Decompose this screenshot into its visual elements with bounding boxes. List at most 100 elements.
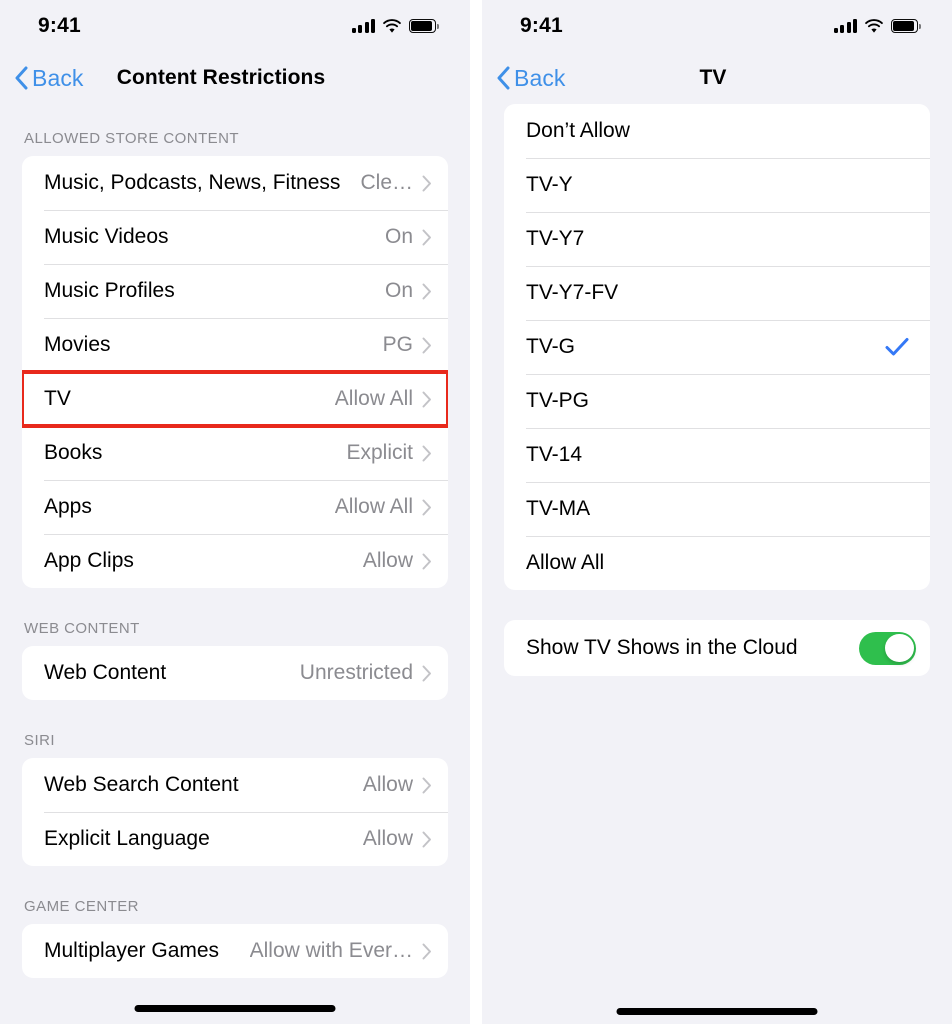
tv-rating-option-label: TV-Y7-FV [526, 281, 619, 304]
tv-rating-option-label: TV-Y7 [526, 227, 585, 250]
tv-rating-option[interactable]: TV-14 [504, 428, 930, 482]
status-bar-right: 9:41 [482, 0, 952, 52]
chevron-right-icon [422, 831, 431, 847]
back-button[interactable]: Back [482, 65, 566, 92]
battery-full-icon [891, 19, 922, 33]
tv-rating-options-group: Don’t Allow TV-Y TV-Y7 TV-Y7-FV TV-G TV-PG TV-… [504, 104, 930, 590]
settings-row[interactable]: Music Videos On [22, 210, 448, 264]
tv-rating-option-label: Allow All [526, 551, 605, 574]
tv-rating-option[interactable]: Allow All [504, 536, 930, 590]
toggle-knob [885, 633, 914, 663]
tv-rating-option-label: Don’t Allow [526, 119, 630, 142]
chevron-right-icon [422, 553, 431, 569]
settings-row-value: Allow [362, 827, 413, 850]
settings-row-label: TV [44, 387, 71, 410]
right-phone-screen: 9:41 Back TV Don’t Allow TV-Y TV-Y7 TV-Y… [482, 0, 952, 1024]
tv-rating-content: Don’t Allow TV-Y TV-Y7 TV-Y7-FV TV-G TV-PG TV-… [482, 104, 952, 676]
show-tv-shows-in-cloud-row[interactable]: Show TV Shows in the Cloud [504, 620, 930, 676]
tv-rating-option[interactable]: TV-PG [504, 374, 930, 428]
settings-row-value: Allow All [334, 495, 413, 518]
settings-row-value: Cle… [360, 171, 413, 194]
tv-rating-option[interactable]: TV-Y7-FV [504, 266, 930, 320]
show-tv-shows-toggle[interactable] [859, 631, 916, 665]
settings-row-label: Multiplayer Games [44, 939, 220, 962]
tv-rating-option[interactable]: TV-G [504, 320, 930, 374]
settings-row[interactable]: Books Explicit [22, 426, 448, 480]
settings-row-label: Music Videos [44, 225, 169, 248]
chevron-right-icon [422, 283, 431, 299]
settings-row-label: Apps [44, 495, 92, 518]
settings-row-label: App Clips [44, 549, 134, 572]
chevron-right-icon [422, 391, 431, 407]
settings-row[interactable]: Web Content Unrestricted [22, 646, 448, 700]
settings-row-value: On [384, 225, 413, 248]
settings-row-value: On [384, 279, 413, 302]
settings-row[interactable]: Multiplayer Games Allow with Ever… [22, 924, 448, 978]
settings-row[interactable]: Movies PG [22, 318, 448, 372]
settings-row[interactable]: Apps Allow All [22, 480, 448, 534]
settings-row-label: Books [44, 441, 103, 464]
settings-row-value: Explicit [346, 441, 413, 464]
section-header: ALLOWED STORE CONTENT [24, 130, 240, 147]
nav-bar-right: Back TV [482, 52, 952, 104]
settings-group: Web Search Content Allow Explicit Language… [22, 758, 448, 866]
section-header: GAME CENTER [24, 898, 139, 915]
settings-row[interactable]: Explicit Language Allow [22, 812, 448, 866]
back-button-label: Back [32, 64, 84, 91]
tv-rating-option[interactable]: TV-Y7 [504, 212, 930, 266]
tv-rating-option-label: TV-Y [526, 173, 573, 196]
settings-row[interactable]: Music Profiles On [22, 264, 448, 318]
status-icons [833, 18, 922, 34]
tv-rating-option-label: TV-PG [526, 389, 590, 412]
tv-rating-option-label: TV-G [526, 335, 576, 358]
chevron-right-icon [422, 229, 431, 245]
settings-group: Music, Podcasts, News, Fitness Cle… Music … [22, 156, 448, 588]
chevron-right-icon [422, 445, 431, 461]
back-button-label: Back [514, 64, 566, 91]
settings-row[interactable]: Web Search Content Allow [22, 758, 448, 812]
chevron-right-icon [422, 665, 431, 681]
tv-rating-option[interactable]: Don’t Allow [504, 104, 930, 158]
settings-row[interactable]: TV Allow All [22, 370, 448, 428]
cellular-bars-icon [833, 19, 857, 33]
status-icons [351, 18, 440, 34]
chevron-right-icon [422, 337, 431, 353]
settings-row-value: Allow [362, 773, 413, 796]
settings-row[interactable]: Music, Podcasts, News, Fitness Cle… [22, 156, 448, 210]
settings-row-value: Allow [362, 549, 413, 572]
tv-rating-option-label: TV-14 [526, 443, 583, 466]
settings-row-value: Allow All [334, 387, 413, 410]
battery-full-icon [409, 19, 440, 33]
tv-rating-option[interactable]: TV-MA [504, 482, 930, 536]
nav-bar-left: Back Content Restrictions [0, 52, 470, 104]
settings-row[interactable]: App Clips Allow [22, 534, 448, 588]
settings-row-label: Web Search Content [44, 773, 239, 796]
back-button[interactable]: Back [0, 65, 84, 92]
chevron-right-icon [422, 943, 431, 959]
settings-row-value: Unrestricted [299, 661, 413, 684]
chevron-right-icon [422, 175, 431, 191]
settings-group: Multiplayer Games Allow with Ever… [22, 924, 448, 978]
status-time: 9:41 [520, 14, 563, 37]
chevron-right-icon [422, 499, 431, 515]
chevron-left-icon [15, 66, 28, 90]
chevron-left-icon [497, 66, 510, 90]
section-header: WEB CONTENT [24, 620, 140, 637]
left-phone-screen: 9:41 Back Content Restrictions ALLOWED S… [0, 0, 470, 1024]
tv-rating-option[interactable]: TV-Y [504, 158, 930, 212]
settings-row-value: PG [382, 333, 413, 356]
home-indicator [616, 1008, 818, 1015]
wifi-icon [865, 18, 883, 33]
settings-group: Web Content Unrestricted [22, 646, 448, 700]
settings-row-label: Music, Podcasts, News, Fitness [44, 171, 341, 194]
cloud-toggle-group: Show TV Shows in the Cloud [504, 620, 930, 676]
toggle-row-label: Show TV Shows in the Cloud [526, 636, 798, 659]
cellular-bars-icon [351, 19, 375, 33]
checkmark-icon [885, 338, 909, 356]
status-time: 9:41 [38, 14, 81, 37]
settings-row-label: Music Profiles [44, 279, 175, 302]
settings-row-value: Allow with Ever… [249, 939, 413, 962]
tv-rating-option-label: TV-MA [526, 497, 591, 520]
wifi-icon [383, 18, 401, 33]
